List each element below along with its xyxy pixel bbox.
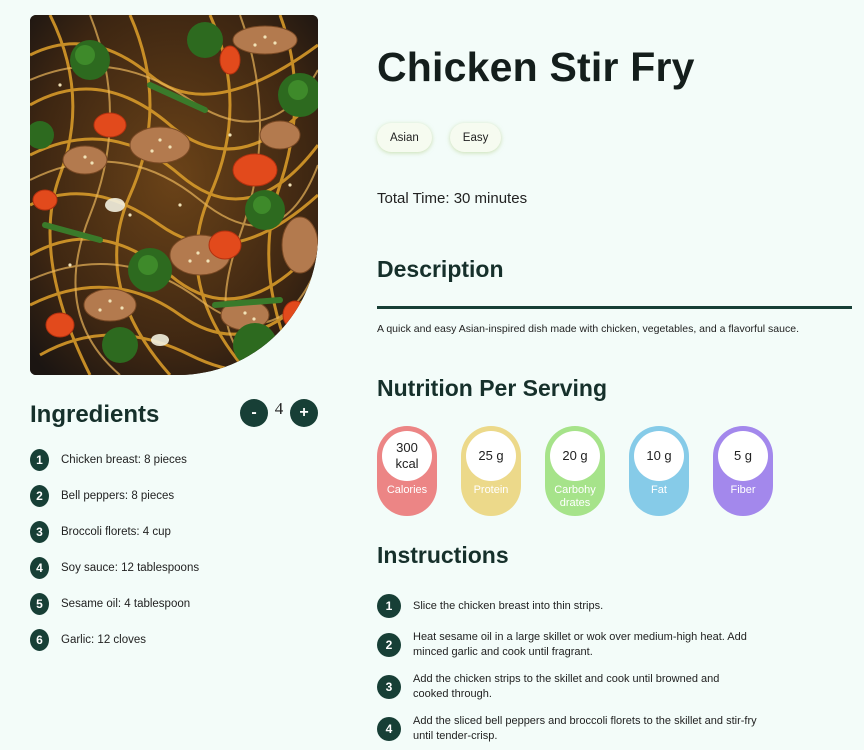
ingredient-number: 5: [30, 593, 49, 615]
section-divider: [377, 306, 852, 309]
servings-stepper: - 4 +: [240, 399, 318, 427]
ingredient-number: 6: [30, 629, 49, 651]
nutrition-value: 300 kcal: [382, 431, 432, 481]
step-number: 2: [377, 633, 401, 657]
ingredient-number: 4: [30, 557, 49, 579]
ingredient-item: 6 Garlic: 12 cloves: [30, 622, 199, 658]
nutrition-heading: Nutrition Per Serving: [377, 375, 608, 401]
ingredient-item: 2 Bell peppers: 8 pieces: [30, 478, 199, 514]
nutrition-label: Fat: [651, 484, 667, 496]
ingredient-item: 5 Sesame oil: 4 tablespoon: [30, 586, 199, 622]
instruction-step: 3 Add the chicken strips to the skillet …: [377, 666, 757, 708]
nutrition-value: 10 g: [634, 431, 684, 481]
description-heading: Description: [377, 256, 504, 282]
nutrition-label: Carbohydrates: [554, 484, 596, 509]
instruction-step: 4 Add the sliced bell peppers and brocco…: [377, 708, 757, 750]
ingredient-number: 1: [30, 449, 49, 471]
ingredient-item: 3 Broccoli florets: 4 cup: [30, 514, 199, 550]
ingredients-header: Ingredients - 4 +: [30, 398, 318, 434]
nutrition-fiber: 5 g Fiber: [713, 426, 773, 516]
step-number: 4: [377, 717, 401, 741]
nutrition-panel: 300 kcal Calories 25 g Protein 20 g Carb…: [377, 426, 773, 516]
nutrition-protein: 25 g Protein: [461, 426, 521, 516]
ingredient-text: Garlic: 12 cloves: [61, 634, 147, 646]
ingredient-item: 1 Chicken breast: 8 pieces: [30, 442, 199, 478]
ingredient-item: 4 Soy sauce: 12 tablespoons: [30, 550, 199, 586]
nutrition-fat: 10 g Fat: [629, 426, 689, 516]
step-text: Slice the chicken breast into thin strip…: [413, 599, 604, 612]
nutrition-value: 20 g: [550, 431, 600, 481]
nutrition-value: 5 g: [718, 431, 768, 481]
nutrition-value: 25 g: [466, 431, 516, 481]
decrease-servings-button[interactable]: -: [240, 399, 268, 427]
ingredient-text: Sesame oil: 4 tablespoon: [61, 598, 191, 610]
step-text: Heat sesame oil in a large skillet or wo…: [413, 631, 747, 658]
ingredient-text: Chicken breast: 8 pieces: [61, 454, 187, 466]
recipe-photo: [30, 15, 318, 375]
description-text: A quick and easy Asian-inspired dish mad…: [377, 323, 799, 335]
recipe-title: Chicken Stir Fry: [377, 44, 695, 90]
ingredient-number: 3: [30, 521, 49, 543]
ingredient-text: Broccoli florets: 4 cup: [61, 526, 171, 538]
recipe-tags: Asian Easy: [377, 123, 502, 152]
increase-servings-button[interactable]: +: [290, 399, 318, 427]
ingredients-heading: Ingredients: [30, 401, 160, 428]
instructions-heading: Instructions: [377, 542, 509, 568]
nutrition-label: Protein: [473, 484, 509, 496]
step-number: 3: [377, 675, 401, 699]
recipe-details: Chicken Stir Fry Asian Easy Total Time: …: [377, 0, 857, 750]
ingredient-text: Soy sauce: 12 tablespoons: [61, 562, 200, 574]
nutrition-label: Fiber: [730, 484, 756, 496]
ingredient-number: 2: [30, 485, 49, 507]
tag-cuisine[interactable]: Asian: [377, 123, 432, 152]
ingredients-list: 1 Chicken breast: 8 pieces 2 Bell pepper…: [30, 442, 199, 658]
ingredient-text: Bell peppers: 8 pieces: [61, 490, 175, 502]
left-column: [30, 15, 318, 375]
nutrition-label: Calories: [386, 484, 428, 496]
stir-fry-image: [30, 15, 318, 375]
instruction-step: 1 Slice the chicken breast into thin str…: [377, 592, 757, 620]
nutrition-calories: 300 kcal Calories: [377, 426, 437, 516]
servings-value: 4: [274, 399, 284, 418]
nutrition-carbohydrates: 20 g Carbohydrates: [545, 426, 605, 516]
instruction-step: 2 Heat sesame oil in a large skillet or …: [377, 624, 757, 666]
total-time: Total Time: 30 minutes: [377, 190, 528, 207]
step-text: Add the chicken strips to the skillet an…: [413, 673, 720, 700]
step-text: Add the sliced bell peppers and broccoli…: [413, 715, 757, 742]
tag-difficulty[interactable]: Easy: [449, 123, 502, 152]
step-number: 1: [377, 594, 401, 618]
instructions-list: 1 Slice the chicken breast into thin str…: [377, 592, 757, 750]
